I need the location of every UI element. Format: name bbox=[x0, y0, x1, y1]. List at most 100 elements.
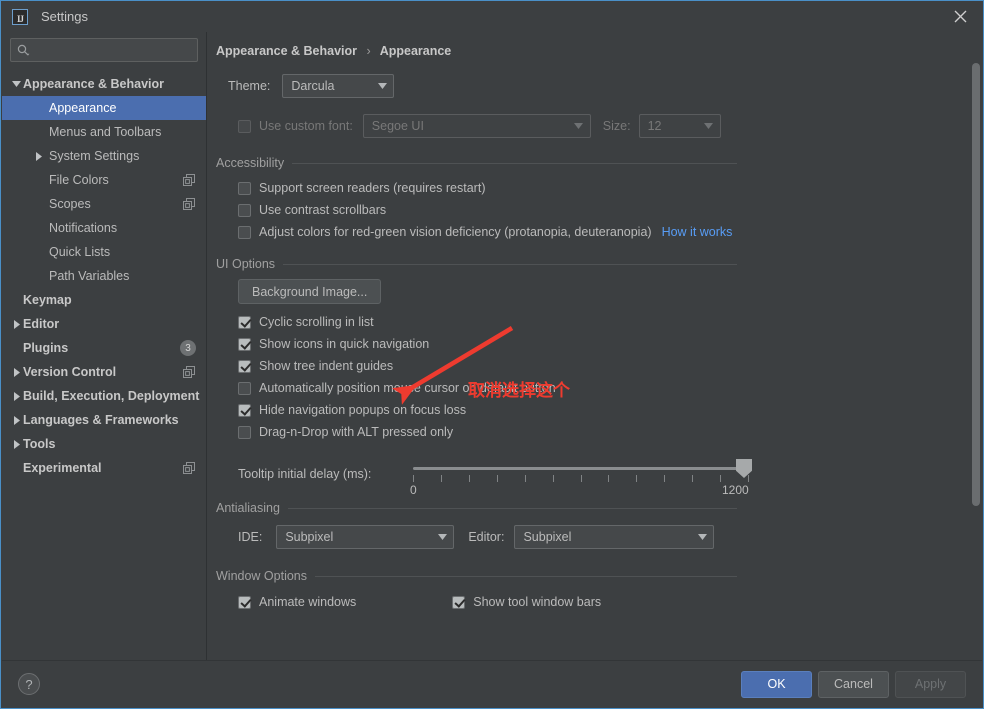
checkbox-adjust-colors-color-deficiency[interactable]: Adjust colors for red-green vision defic… bbox=[238, 221, 982, 243]
editor-antialiasing-label: Editor: bbox=[468, 530, 505, 544]
checkbox-cyclic-scrolling-in-list[interactable]: Cyclic scrolling in list bbox=[238, 311, 982, 333]
chevron-down-icon bbox=[431, 534, 453, 540]
sidebar-item-keymap[interactable]: Keymap bbox=[2, 288, 206, 312]
checkbox-support-screen-readers[interactable]: Support screen readers (requires restart… bbox=[238, 177, 982, 199]
sidebar-item-quick-lists[interactable]: Quick Lists bbox=[2, 240, 206, 264]
search-box[interactable] bbox=[10, 38, 198, 62]
sidebar-item-tools[interactable]: Tools bbox=[2, 432, 206, 456]
checkbox-hide-navigation-popups[interactable]: Hide navigation popups on focus loss bbox=[238, 399, 982, 421]
font-size-combo[interactable]: 12 bbox=[638, 114, 721, 138]
help-icon[interactable]: ? bbox=[18, 673, 40, 695]
sidebar-item-label: Notifications bbox=[49, 221, 118, 235]
checkbox-animate-windows[interactable]: Animate windows bbox=[238, 591, 356, 613]
sidebar-item-file-colors[interactable]: File Colors bbox=[2, 168, 206, 192]
sidebar-item-label: Editor bbox=[23, 317, 60, 331]
slider-tick bbox=[524, 475, 526, 482]
chevron-right-icon[interactable] bbox=[32, 150, 45, 163]
use-custom-font-checkbox[interactable] bbox=[238, 119, 251, 133]
ok-button[interactable]: OK bbox=[741, 670, 812, 698]
checkbox-box[interactable] bbox=[452, 595, 466, 609]
sidebar-item-path-variables[interactable]: Path Variables bbox=[2, 264, 206, 288]
window-title: Settings bbox=[41, 9, 88, 24]
sidebar-item-appearance[interactable]: Appearance bbox=[2, 96, 206, 120]
sidebar-item-plugins[interactable]: Plugins 3 bbox=[2, 336, 206, 360]
checkbox-label: Drag-n-Drop with ALT pressed only bbox=[259, 425, 454, 439]
checkbox-box[interactable] bbox=[238, 595, 251, 609]
main-scrollbar[interactable] bbox=[970, 32, 981, 660]
accessibility-group-header: Accessibility bbox=[216, 156, 737, 170]
chevron-down-icon[interactable] bbox=[10, 78, 23, 91]
sidebar-item-experimental[interactable]: Experimental bbox=[2, 456, 206, 480]
checkbox-auto-position-mouse-cursor[interactable]: Automatically position mouse cursor on d… bbox=[238, 377, 982, 399]
sidebar-item-version-control[interactable]: Version Control bbox=[2, 360, 206, 384]
checkbox-box[interactable] bbox=[238, 315, 251, 329]
sidebar-item-menus-and-toolbars[interactable]: Menus and Toolbars bbox=[2, 120, 206, 144]
sidebar-item-editor[interactable]: Editor bbox=[2, 312, 206, 336]
ui-options-group-header: UI Options bbox=[216, 257, 737, 271]
checkbox-box[interactable] bbox=[238, 203, 251, 217]
sidebar-item-scopes[interactable]: Scopes bbox=[2, 192, 206, 216]
checkbox-show-icons-in-quick-navigation[interactable]: Show icons in quick navigation bbox=[238, 333, 982, 355]
chevron-right-icon[interactable] bbox=[10, 438, 23, 451]
sidebar-item-notifications[interactable]: Notifications bbox=[2, 216, 206, 240]
checkbox-show-tree-indent-guides[interactable]: Show tree indent guides bbox=[238, 355, 982, 377]
checkbox-box[interactable] bbox=[238, 381, 251, 395]
sidebar-item-appearance-behavior[interactable]: Appearance & Behavior bbox=[2, 72, 206, 96]
tooltip-delay-label: Tooltip initial delay (ms): bbox=[238, 467, 372, 481]
ide-antialiasing-combo[interactable]: Subpixel bbox=[276, 525, 455, 549]
antialiasing-title: Antialiasing bbox=[216, 501, 280, 515]
chevron-right-icon[interactable] bbox=[10, 414, 23, 427]
sidebar-item-label: File Colors bbox=[49, 173, 109, 187]
search-icon bbox=[17, 44, 30, 57]
checkbox-label: Animate windows bbox=[259, 595, 357, 609]
checkbox-box[interactable] bbox=[238, 403, 251, 417]
divider bbox=[292, 162, 737, 164]
window-options-title: Window Options bbox=[216, 569, 308, 583]
breadcrumb-root[interactable]: Appearance & Behavior bbox=[216, 44, 357, 58]
divider bbox=[283, 263, 737, 265]
checkbox-box[interactable] bbox=[238, 337, 251, 351]
slider-tick bbox=[692, 475, 694, 482]
plugins-count-badge: 3 bbox=[180, 336, 196, 360]
background-image-button[interactable]: Background Image... bbox=[238, 279, 382, 304]
antialiasing-group-header: Antialiasing bbox=[216, 501, 737, 515]
chevron-right-icon[interactable] bbox=[10, 390, 23, 403]
checkbox-label: Show tree indent guides bbox=[259, 359, 394, 373]
checkbox-box[interactable] bbox=[238, 181, 251, 195]
copy-icon bbox=[183, 456, 196, 480]
checkbox-box[interactable] bbox=[238, 359, 251, 373]
editor-antialiasing-combo[interactable]: Subpixel bbox=[514, 525, 715, 549]
slider-ticks bbox=[413, 475, 749, 482]
divider bbox=[315, 575, 737, 577]
chevron-right-icon[interactable] bbox=[10, 318, 23, 331]
checkbox-use-contrast-scrollbars[interactable]: Use contrast scrollbars bbox=[238, 199, 982, 221]
checkbox-label: Show tool window bars bbox=[473, 595, 602, 609]
how-it-works-link[interactable]: How it works bbox=[662, 225, 733, 239]
chevron-right-icon[interactable] bbox=[10, 366, 23, 379]
sidebar-item-system-settings[interactable]: System Settings bbox=[2, 144, 206, 168]
checkbox-box[interactable] bbox=[238, 225, 251, 239]
scrollbar-thumb[interactable] bbox=[972, 63, 980, 506]
slider-tick bbox=[468, 475, 470, 482]
close-icon[interactable] bbox=[937, 1, 983, 32]
custom-font-combo[interactable]: Segoe UI bbox=[362, 114, 591, 138]
checkbox-label: Adjust colors for red-green vision defic… bbox=[259, 225, 652, 239]
checkbox-show-tool-window-bars[interactable]: Show tool window bars bbox=[452, 591, 601, 613]
sidebar-item-languages-frameworks[interactable]: Languages & Frameworks bbox=[2, 408, 206, 432]
checkbox-drag-n-drop-alt[interactable]: Drag-n-Drop with ALT pressed only bbox=[238, 421, 982, 443]
checkbox-box[interactable] bbox=[238, 425, 251, 439]
theme-combo[interactable]: Darcula bbox=[282, 74, 395, 98]
chevron-down-icon bbox=[371, 83, 393, 89]
sidebar-item-build-execution-deployment[interactable]: Build, Execution, Deployment bbox=[2, 384, 206, 408]
checkbox-label: Hide navigation popups on focus loss bbox=[259, 403, 467, 417]
cancel-button[interactable]: Cancel bbox=[818, 670, 889, 698]
custom-font-value: Segoe UI bbox=[371, 119, 424, 133]
search-input[interactable] bbox=[30, 43, 197, 57]
copy-icon bbox=[183, 192, 196, 216]
appearance-settings-content: Theme: Darcula Use custom font: Segoe UI bbox=[208, 58, 982, 613]
theme-row: Theme: Darcula bbox=[228, 74, 982, 98]
slider-track[interactable] bbox=[413, 467, 748, 470]
window-options-group-header: Window Options bbox=[216, 569, 737, 583]
